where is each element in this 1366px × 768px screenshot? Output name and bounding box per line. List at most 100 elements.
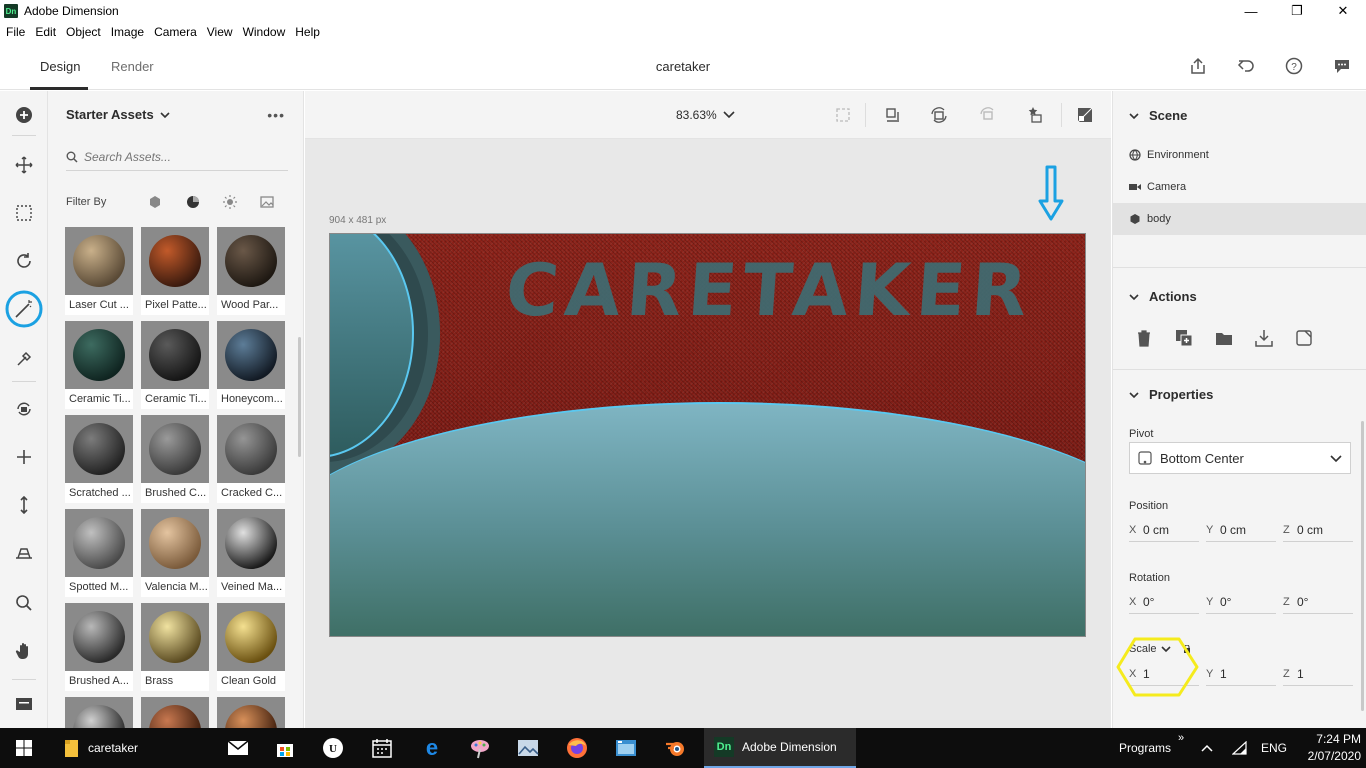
rotate-camera-icon[interactable] [12,397,36,421]
feedback-icon[interactable] [1331,56,1353,76]
paint-app-icon[interactable] [460,728,500,768]
horizon-icon[interactable] [12,541,36,565]
fit-frame-icon[interactable] [832,105,854,125]
magic-wand-icon[interactable] [5,290,43,328]
asset-card[interactable]: Honeycom... [217,321,285,409]
assets-scrollbar[interactable] [298,337,301,457]
asset-card[interactable]: Laser Cut ... [65,227,133,315]
asset-card[interactable]: Clean Gold [217,603,285,691]
asset-card[interactable]: Veined Ma... [217,509,285,597]
position-y-field[interactable]: Y 0 cm [1206,518,1276,542]
asset-card[interactable]: Spotted M... [65,509,133,597]
share-icon[interactable] [1187,56,1209,76]
scale-y-field[interactable]: Y1 [1206,662,1276,686]
windows-start-icon[interactable] [0,728,48,768]
zoom-dropdown[interactable]: 83.63% [676,108,735,122]
sample-icon[interactable] [12,347,36,371]
app-window-icon[interactable] [606,728,646,768]
panel-toggle-icon[interactable] [12,692,36,716]
unreal-engine-icon[interactable]: U [313,728,353,768]
store-icon[interactable] [265,728,305,768]
scene-item-camera[interactable]: Camera [1113,171,1366,203]
wifi-icon[interactable] [1230,728,1250,768]
calendar-icon[interactable] [362,728,402,768]
asset-card[interactable]: Cracked C... [217,415,285,503]
rotation-z-field[interactable]: Z 0° [1283,590,1353,614]
minimize-button[interactable]: — [1228,0,1274,22]
rotation-x-field[interactable]: X 0° [1129,590,1199,614]
duplicate-icon[interactable] [1173,327,1195,349]
close-button[interactable]: ✕ [1320,0,1366,22]
scene-section-header[interactable]: Scene [1129,108,1187,123]
asset-card[interactable] [217,697,285,728]
programs-toolbar[interactable]: Programs [1119,741,1171,755]
asset-card[interactable]: Valencia M... [141,509,209,597]
rotate-object-icon[interactable] [928,105,950,125]
menu-camera[interactable]: Camera [148,25,201,39]
asset-card[interactable] [141,697,209,728]
properties-scrollbar[interactable] [1361,421,1364,711]
orbit-icon[interactable] [12,249,36,273]
menu-image[interactable]: Image [105,25,148,39]
menu-help[interactable]: Help [289,25,324,39]
reset-icon[interactable] [977,105,999,125]
add-icon[interactable] [12,103,36,127]
photos-app-icon[interactable] [508,728,548,768]
position-x-field[interactable]: X 0 cm [1129,518,1199,542]
more-options-icon[interactable]: ••• [267,107,285,123]
menu-window[interactable]: Window [237,25,290,39]
render-preview-icon[interactable] [1074,105,1096,125]
group-icon[interactable] [1213,327,1235,349]
language-indicator[interactable]: ENG [1261,741,1287,755]
rotation-y-field[interactable]: Y 0° [1206,590,1276,614]
materials-filter-icon[interactable] [174,195,211,209]
actions-section-header[interactable]: Actions [1129,289,1197,304]
taskbar-adobe-dimension[interactable]: Dn Adobe Dimension [704,728,856,768]
zoom-icon[interactable] [12,591,36,615]
undo-icon[interactable] [1235,56,1257,76]
images-filter-icon[interactable] [249,195,286,209]
clock-time[interactable]: 7:24 PM [1303,732,1361,746]
help-icon[interactable]: ? [1283,56,1305,76]
menu-file[interactable]: File [0,25,29,39]
asset-card[interactable] [65,697,133,728]
asset-card[interactable]: Ceramic Ti... [65,321,133,409]
asset-card[interactable]: Brushed C... [141,415,209,503]
asset-card[interactable]: Brass [141,603,209,691]
assets-source-dropdown[interactable]: Starter Assets [66,107,170,122]
lights-filter-icon[interactable] [211,195,248,209]
scene-item-environment[interactable]: Environment [1113,139,1366,171]
scale-z-field[interactable]: Z1 [1283,662,1353,686]
asset-card[interactable]: Scratched ... [65,415,133,503]
taskbar-folder-caretaker[interactable]: caretaker [56,728,206,768]
mail-icon[interactable] [218,728,258,768]
dolly-camera-icon[interactable] [12,493,36,517]
marquee-select-icon[interactable] [12,201,36,225]
models-filter-icon[interactable] [137,195,174,209]
maximize-button[interactable]: ❐ [1274,0,1320,22]
chevron-up-icon[interactable] [1198,728,1216,768]
blender-icon[interactable] [655,728,695,768]
search-input[interactable] [84,149,274,164]
firefox-icon[interactable] [557,728,597,768]
place-on-ground-icon[interactable] [882,105,904,125]
pan-camera-icon[interactable] [12,445,36,469]
import-icon[interactable] [1253,327,1275,349]
position-z-field[interactable]: Z 0 cm [1283,518,1353,542]
delete-icon[interactable] [1133,327,1155,349]
asset-card[interactable]: Wood Par... [217,227,285,315]
edge-icon[interactable]: e [412,728,452,768]
menu-object[interactable]: Object [60,25,105,39]
clock-date[interactable]: 2/07/2020 [1299,749,1361,763]
asset-card[interactable]: Pixel Patte... [141,227,209,315]
menu-view[interactable]: View [201,25,237,39]
select-move-icon[interactable] [12,153,36,177]
asset-card[interactable]: Brushed A... [65,603,133,691]
favorite-view-icon[interactable] [1025,105,1047,125]
asset-card[interactable]: Ceramic Ti... [141,321,209,409]
properties-section-header[interactable]: Properties [1129,387,1213,402]
pivot-select[interactable]: Bottom Center [1129,442,1351,474]
programs-chevron-icon[interactable]: » [1178,732,1184,744]
hand-icon[interactable] [12,639,36,663]
menu-edit[interactable]: Edit [29,25,60,39]
